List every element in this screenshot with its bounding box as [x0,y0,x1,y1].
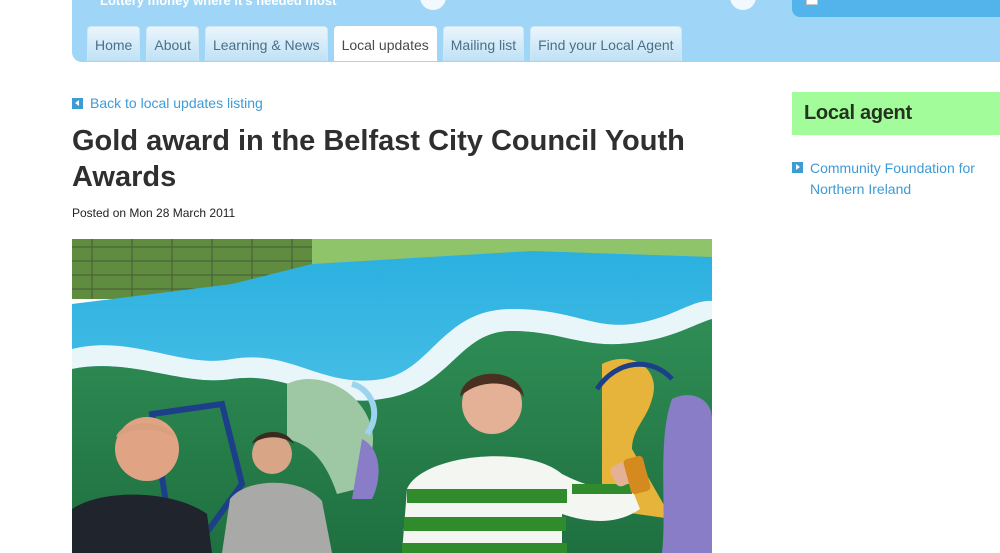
tab-local-updates[interactable]: Local updates [333,26,437,61]
local-agent-link-label: Community Foundation for Northern Irelan… [810,160,975,197]
arrow-bullet-icon [792,162,803,173]
tab-home[interactable]: Home [87,26,141,61]
tab-find-local-agent[interactable]: Find your Local Agent [530,26,682,61]
posted-date: Posted on Mon 28 March 2011 [72,206,236,220]
checkbox-icon[interactable] [806,0,818,5]
article-photo [72,239,712,553]
tab-mailing-list[interactable]: Mailing list [442,26,525,61]
header-login-panel[interactable] [792,0,1000,17]
local-agent-heading: Local agent [804,102,912,124]
page-title: Gold award in the Belfast City Council Y… [72,125,685,193]
tab-learning-news[interactable]: Learning & News [204,26,328,61]
local-agent-panel: Local agent [792,92,1000,135]
back-arrow-icon [72,97,83,109]
local-agent-link[interactable]: Community Foundation for Northern Irelan… [792,158,992,200]
main-nav: Home About Learning & News Local updates… [87,26,682,61]
site-tagline: Lottery money where it's needed most [100,0,337,8]
back-to-listing-link[interactable]: Back to local updates listing [72,95,263,111]
tab-about[interactable]: About [146,26,199,61]
back-link-label: Back to local updates listing [90,95,263,111]
